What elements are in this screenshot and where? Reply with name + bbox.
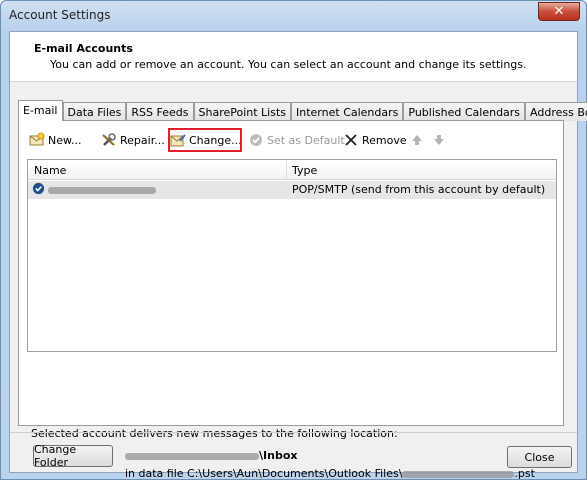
window-title: Account Settings [9,8,111,22]
data-file-prefix: in data file C:\Users\Aun\Documents\Outl… [125,467,403,480]
change-folder-button[interactable]: Change Folder [33,443,113,469]
new-mail-icon [29,132,45,148]
remove-button[interactable]: Remove [343,129,407,151]
window-close-button[interactable]: ✕ [538,2,580,21]
email-tab-panel: New... Repair... Change... Set as Defaul… [18,120,564,480]
column-type[interactable]: Type [292,164,317,177]
footer-divider [10,432,577,433]
tab-email[interactable]: E-mail [18,100,63,121]
remove-label: Remove [362,133,407,147]
set-as-default-button[interactable]: Set as Default [248,129,345,151]
list-header: Name Type [28,160,556,180]
delivery-location-label: Selected account delivers new messages t… [31,427,398,440]
folder-account-redacted [125,452,259,460]
column-divider[interactable] [286,160,287,180]
check-circle-icon [248,132,264,148]
close-icon: ✕ [553,4,565,19]
account-type: POP/SMTP (send from this account by defa… [292,183,546,196]
title-bar[interactable]: Account Settings ✕ [1,1,586,31]
account-row[interactable]: POP/SMTP (send from this account by defa… [28,181,556,199]
data-file-extension: .pst [514,467,535,480]
header-band: E-mail Accounts You can add or remove an… [10,32,577,82]
tools-icon [101,132,117,148]
arrow-up-icon [409,132,425,148]
section-title: E-mail Accounts [34,42,133,55]
default-account-check-icon [32,182,45,198]
tab-internet-calendars[interactable]: Internet Calendars [291,102,404,121]
section-description: You can add or remove an account. You ca… [50,58,527,71]
set-as-default-label: Set as Default [267,133,345,147]
new-button[interactable]: New... [29,129,81,151]
data-file-path: in data file C:\Users\Aun\Documents\Outl… [125,467,535,480]
tab-sharepoint-lists[interactable]: SharePoint Lists [193,102,292,121]
tab-published-calendars[interactable]: Published Calendars [403,102,526,121]
account-settings-window: Account Settings ✕ E-mail Accounts You c… [0,0,587,480]
dialog-body: E-mail Accounts You can add or remove an… [9,31,587,480]
move-up-button[interactable] [409,129,428,151]
accounts-list[interactable]: Name Type POP/SMTP (send from this accou… [27,159,557,352]
tab-rss-feeds[interactable]: RSS Feeds [126,102,194,121]
data-file-name-redacted [402,470,515,478]
remove-x-icon [343,132,359,148]
repair-button[interactable]: Repair... [101,129,165,151]
repair-label: Repair... [120,133,165,147]
tab-address-books[interactable]: Address Books [525,102,587,121]
tab-data-files[interactable]: Data Files [62,102,127,121]
delivery-folder: \Inbox [125,449,297,462]
close-button[interactable]: Close [507,446,572,468]
inbox-folder-name: \Inbox [259,449,298,462]
move-down-button[interactable] [431,129,450,151]
new-label: New... [48,133,82,147]
account-name-redacted [48,183,156,196]
column-name[interactable]: Name [34,164,66,177]
tab-strip: E-mail Data Files RSS Feeds SharePoint L… [18,100,587,121]
arrow-down-icon [431,132,447,148]
change-highlight [168,128,242,152]
